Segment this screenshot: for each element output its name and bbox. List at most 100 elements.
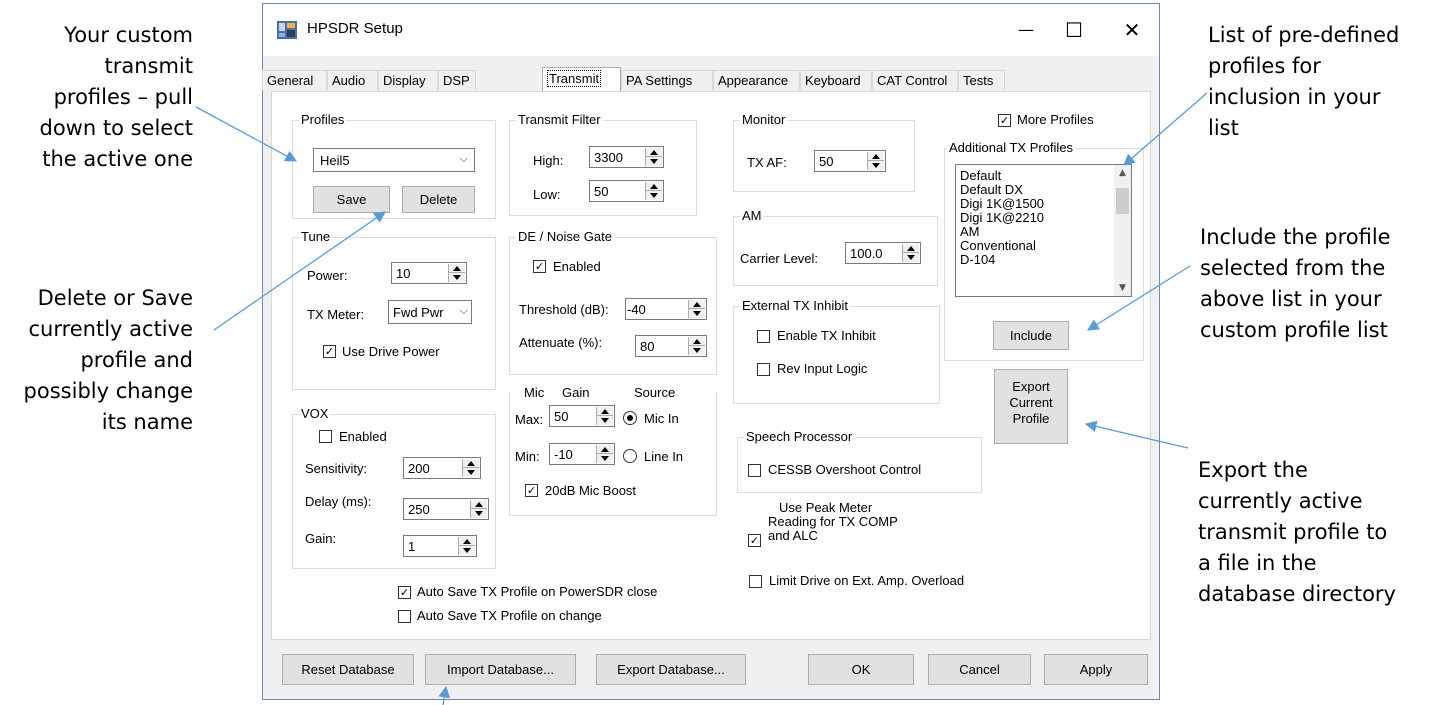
window-title: HPSDR Setup — [307, 20, 403, 37]
mic-in-radio[interactable] — [623, 411, 637, 425]
autosave-change-checkbox[interactable] — [398, 610, 411, 623]
vox-enabled-label: Enabled — [339, 429, 387, 444]
low-label: Low: — [533, 187, 561, 202]
power-spinner[interactable]: 10 — [391, 262, 467, 284]
mic-boost-checkbox[interactable]: ✓ — [525, 484, 538, 497]
export-database-button[interactable]: Export Database... — [596, 654, 746, 685]
annotation-include: Include the profile selected from the ab… — [1200, 225, 1391, 342]
peak-meter-line1: Use Peak Meter — [779, 500, 873, 515]
additional-profiles-listbox[interactable]: Default Default DX Digi 1K@1500 Digi 1K@… — [955, 164, 1132, 297]
scroll-down-icon[interactable]: ▼ — [1114, 283, 1131, 293]
vox-gain-label: Gain: — [305, 531, 337, 546]
low-spinner[interactable]: 50 — [589, 180, 664, 202]
am-title: AM — [740, 208, 764, 223]
mic-max-label: Max: — [515, 412, 544, 427]
more-profiles-label: More Profiles — [1017, 112, 1094, 127]
annotation-delete-save: Delete or Save currently active profile … — [23, 286, 193, 434]
rev-input-logic-label: Rev Input Logic — [777, 361, 868, 376]
list-item[interactable]: AM — [956, 225, 1131, 239]
annotation-profiles: Your custom transmit profiles – pull dow… — [39, 23, 194, 171]
tab-transmit[interactable]: Transmit — [542, 67, 621, 91]
list-item[interactable]: D-104 — [956, 253, 1131, 267]
list-item[interactable]: Digi 1K@2210 — [956, 211, 1131, 225]
enable-tx-inhibit-checkbox[interactable] — [757, 330, 770, 343]
ok-button[interactable]: OK — [808, 654, 914, 685]
tab-general[interactable]: General — [262, 70, 327, 90]
close-button[interactable]: ✕ — [1109, 12, 1155, 48]
scroll-thumb[interactable] — [1116, 188, 1129, 214]
tab-display[interactable]: Display — [378, 70, 438, 90]
rev-input-logic-checkbox[interactable] — [757, 363, 770, 376]
mic-min-label: Min: — [515, 449, 540, 464]
threshold-label: Threshold (dB): — [519, 302, 609, 317]
tab-keyboard[interactable]: Keyboard — [800, 70, 872, 90]
list-item[interactable]: Conventional — [956, 239, 1131, 253]
listbox-scrollbar[interactable]: ▲ ▼ — [1114, 165, 1131, 296]
chevron-down-icon: ⌵ — [459, 304, 468, 317]
cessb-label: CESSB Overshoot Control — [768, 462, 922, 477]
title-bar: HPSDR Setup — ☐ ✕ — [263, 4, 1159, 56]
monitor-title: Monitor — [740, 112, 788, 127]
attenuate-spinner[interactable]: 80 — [635, 335, 707, 357]
enable-tx-inhibit-label: Enable TX Inhibit — [777, 328, 876, 343]
tab-dsp[interactable]: DSP — [438, 70, 476, 90]
tune-title: Tune — [299, 229, 333, 244]
transmit-filter-title: Transmit Filter — [516, 112, 603, 127]
threshold-spinner[interactable]: -40 — [625, 298, 707, 320]
limit-drive-label: Limit Drive on Ext. Amp. Overload — [769, 573, 965, 588]
tx-meter-select[interactable]: Fwd Pwr ⌵ — [388, 300, 472, 324]
mic-source-label: Source — [634, 385, 676, 400]
line-in-radio[interactable] — [623, 449, 637, 463]
export-profile-button[interactable]: Export Current Profile — [994, 369, 1068, 444]
high-spinner[interactable]: 3300 — [589, 146, 664, 168]
delay-label: Delay (ms): — [305, 494, 372, 509]
app-icon — [277, 21, 297, 39]
more-profiles-checkbox[interactable]: ✓ — [998, 114, 1011, 127]
list-item[interactable]: Default DX — [956, 183, 1131, 197]
autosave-change-label: Auto Save TX Profile on change — [417, 608, 602, 623]
tx-meter-label: TX Meter: — [307, 307, 365, 322]
scroll-up-icon[interactable]: ▲ — [1114, 168, 1131, 178]
list-item[interactable]: Default — [956, 169, 1131, 183]
chevron-down-icon: ⌵ — [459, 152, 468, 165]
profile-select-value: Heil5 — [320, 153, 350, 168]
vox-gain-spinner[interactable]: 1 — [403, 535, 477, 557]
tab-audio[interactable]: Audio — [327, 70, 378, 90]
delay-spinner[interactable]: 250 — [403, 498, 489, 520]
cancel-button[interactable]: Cancel — [928, 654, 1031, 685]
mic-max-spinner[interactable]: 50 — [549, 405, 615, 427]
noise-gate-enabled-label: Enabled — [553, 259, 601, 274]
profile-select[interactable]: Heil5 ⌵ — [313, 148, 475, 172]
carrier-level-spinner[interactable]: 100.0 — [845, 242, 921, 264]
annotation-export: Export the currently active transmit pro… — [1198, 458, 1396, 606]
list-item[interactable]: Digi 1K@1500 — [956, 197, 1131, 211]
autosave-close-checkbox[interactable]: ✓ — [398, 586, 411, 599]
mic-label: Mic — [524, 385, 545, 400]
additional-profiles-title: Additional TX Profiles — [947, 140, 1076, 155]
limit-drive-checkbox[interactable] — [749, 575, 762, 588]
include-button[interactable]: Include — [993, 321, 1069, 350]
minimize-button[interactable]: — — [1003, 12, 1049, 48]
tab-appearance[interactable]: Appearance — [713, 70, 800, 90]
save-profile-button[interactable]: Save — [313, 186, 390, 213]
maximize-button[interactable]: ☐ — [1051, 12, 1097, 48]
apply-button[interactable]: Apply — [1044, 654, 1148, 685]
sensitivity-label: Sensitivity: — [305, 461, 368, 476]
sensitivity-spinner[interactable]: 200 — [403, 457, 481, 479]
delete-profile-button[interactable]: Delete — [402, 186, 475, 213]
high-label: High: — [533, 153, 564, 168]
vox-enabled-checkbox[interactable] — [319, 430, 332, 443]
tx-af-spinner[interactable]: 50 — [814, 150, 886, 172]
tx-af-label: TX AF: — [747, 155, 787, 170]
noise-gate-enabled-checkbox[interactable]: ✓ — [533, 260, 546, 273]
mic-min-spinner[interactable]: -10 — [549, 443, 615, 465]
import-database-button[interactable]: Import Database... — [425, 654, 576, 685]
cessb-checkbox[interactable] — [748, 464, 761, 477]
tab-pa-settings[interactable]: PA Settings — [621, 70, 713, 90]
tab-tests[interactable]: Tests — [958, 70, 1005, 90]
reset-database-button[interactable]: Reset Database — [282, 654, 414, 685]
use-drive-power-checkbox[interactable]: ✓ — [323, 345, 336, 358]
profiles-title: Profiles — [299, 112, 347, 127]
peak-meter-checkbox[interactable]: ✓ — [748, 534, 761, 547]
tab-cat-control[interactable]: CAT Control — [872, 70, 958, 90]
